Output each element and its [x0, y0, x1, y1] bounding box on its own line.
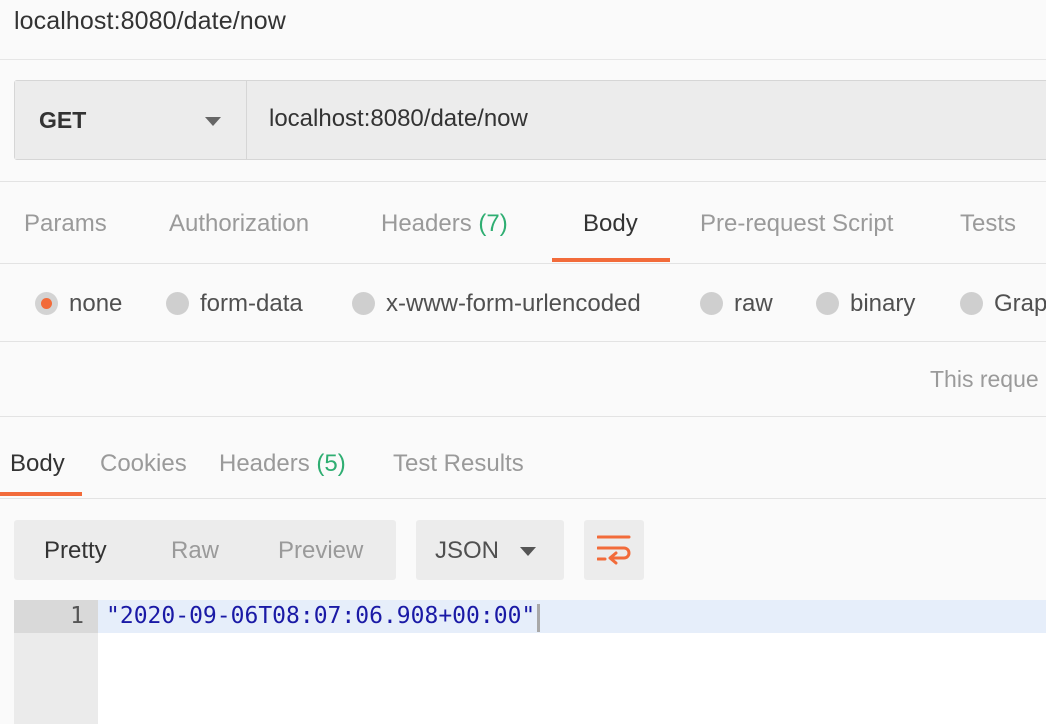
body-note-row: This reque	[0, 342, 1046, 416]
radio-icon	[166, 292, 189, 315]
tab-params[interactable]: Params	[24, 210, 107, 238]
view-pretty-button[interactable]: Pretty	[44, 537, 107, 565]
no-body-note: This reque	[930, 366, 1039, 392]
radio-selected-icon	[35, 292, 58, 315]
wrap-lines-button[interactable]	[584, 520, 644, 580]
request-bar: GET localhost:8080/date/now	[14, 80, 1046, 160]
tab-authorization[interactable]: Authorization	[169, 210, 309, 238]
active-tab-indicator	[552, 258, 670, 262]
resp-tab-headers-label: Headers	[219, 450, 310, 477]
view-mode-segmented-control: Pretty Raw Preview	[14, 520, 396, 580]
radio-icon	[960, 292, 983, 315]
response-tabs: Body Cookies Headers (5) Test Results	[0, 418, 1046, 499]
view-preview-button[interactable]: Preview	[278, 537, 363, 565]
tab-pre-request-script[interactable]: Pre-request Script	[700, 210, 893, 238]
radio-graphql-label: Grap	[994, 290, 1046, 317]
resp-tab-headers[interactable]: Headers (5)	[219, 450, 346, 478]
radio-icon	[816, 292, 839, 315]
request-tabs: Params Authorization Headers (7) Body Pr…	[0, 182, 1046, 263]
tab-body[interactable]: Body	[583, 210, 638, 238]
text-cursor	[537, 604, 540, 632]
radio-none-label: none	[69, 290, 123, 317]
divider	[0, 498, 1046, 499]
radio-binary-label: binary	[850, 290, 916, 317]
method-select[interactable]: GET	[15, 81, 247, 159]
resp-headers-count-badge: (5)	[316, 450, 346, 477]
view-raw-button[interactable]: Raw	[171, 537, 219, 565]
radio-urlencoded-label: x-www-form-urlencoded	[386, 290, 641, 317]
line-number: 1	[70, 603, 84, 629]
radio-icon	[700, 292, 723, 315]
tab-tests[interactable]: Tests	[960, 210, 1016, 238]
title-bar: localhost:8080/date/now	[0, 0, 1046, 60]
active-tab-indicator	[0, 492, 82, 496]
radio-form-data-label: form-data	[200, 290, 303, 317]
chevron-down-icon	[520, 547, 536, 556]
tab-headers-label: Headers	[381, 210, 472, 237]
response-json-string[interactable]: "2020-09-06T08:07:06.908+00:00"	[106, 603, 535, 629]
body-type-options: none form-data x-www-form-urlencoded raw…	[0, 264, 1046, 341]
format-select[interactable]: JSON	[416, 520, 564, 580]
headers-count-badge: (7)	[478, 210, 508, 237]
request-title[interactable]: localhost:8080/date/now	[14, 7, 286, 36]
radio-icon	[352, 292, 375, 315]
format-label: JSON	[435, 537, 500, 564]
wrap-lines-icon	[597, 535, 631, 565]
resp-tab-test-results[interactable]: Test Results	[393, 450, 524, 478]
chevron-down-icon	[205, 117, 221, 126]
tab-headers[interactable]: Headers (7)	[381, 210, 508, 238]
divider	[0, 416, 1046, 417]
method-label: GET	[39, 107, 87, 133]
radio-raw-label: raw	[734, 290, 773, 317]
url-input[interactable]: localhost:8080/date/now	[247, 81, 1046, 159]
resp-tab-body[interactable]: Body	[10, 450, 65, 478]
resp-tab-cookies[interactable]: Cookies	[100, 450, 187, 478]
response-body-editor[interactable]: 1 "2020-09-06T08:07:06.908+00:00"	[14, 600, 1046, 724]
postman-window: localhost:8080/date/now GET localhost:80…	[0, 0, 1046, 724]
